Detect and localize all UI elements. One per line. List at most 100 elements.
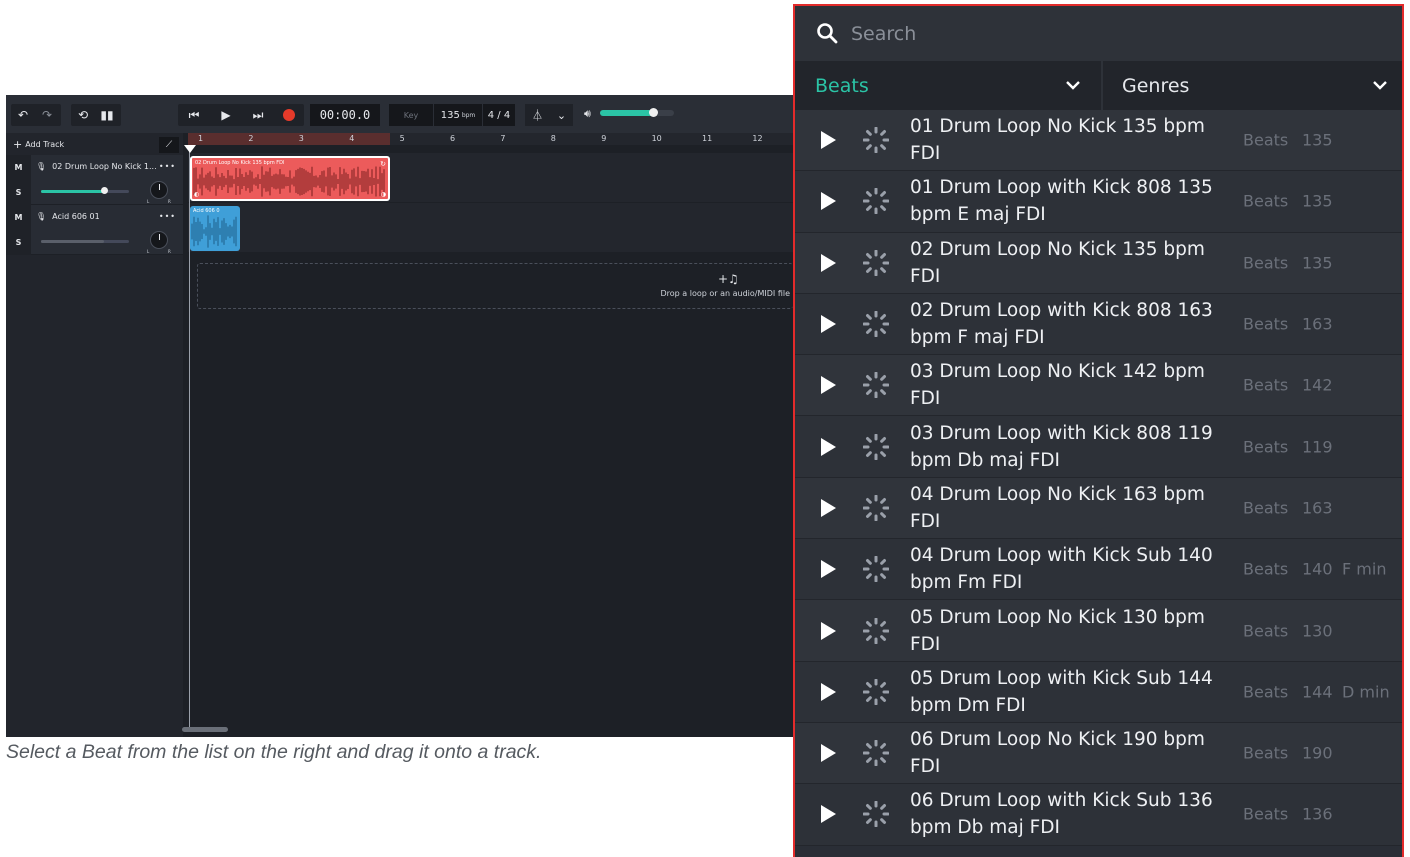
loop-list-item[interactable]: 04 Drum Loop with Kick Sub 140 bpm Fm FD… [795, 539, 1402, 601]
tempo-field[interactable]: 135 bpm [434, 104, 482, 126]
play-icon[interactable] [821, 437, 836, 456]
loop-bpm: 119 [1302, 437, 1333, 457]
search-input[interactable] [851, 19, 1351, 49]
loop-category: Beats [1243, 191, 1289, 211]
pan-knob[interactable] [150, 231, 168, 249]
arrangement-area[interactable]: 02 Drum Loop No Kick 135 bpm FDI ↻ ◐ ◑ A… [188, 153, 793, 737]
loop-region[interactable] [188, 133, 390, 145]
loading-spinner-icon [863, 617, 889, 644]
track-volume-slider[interactable] [41, 187, 129, 194]
undo-icon[interactable]: ↶ [11, 104, 35, 126]
play-icon[interactable] [821, 131, 836, 150]
add-music-icon: +♫ [718, 272, 739, 286]
tempo-unit: bpm [461, 111, 476, 119]
audio-clip[interactable]: Acid 606 0 [190, 206, 240, 251]
key-field[interactable]: Key [389, 104, 433, 126]
time-signature-field[interactable]: 4 / 4 [483, 104, 515, 126]
horizontal-scrollbar[interactable] [182, 727, 228, 732]
track-header: M S 🎙︎ Acid 606 01 ••• L R [6, 205, 183, 255]
mute-button[interactable]: M [6, 205, 31, 230]
master-volume-handle[interactable] [649, 108, 659, 117]
audio-clip[interactable]: 02 Drum Loop No Kick 135 bpm FDI ↻ ◐ ◑ [190, 156, 390, 201]
category-filter-dropdown[interactable]: Beats [795, 61, 1103, 110]
add-track-label: Add Track [25, 139, 65, 149]
play-icon[interactable] [821, 498, 836, 517]
transport-toolbar: ↶ ↷ ⟲ ▮▮ ⏮ ▶ ⏭ 00:00.0 Key 135 bpm 4 / 4… [6, 95, 793, 133]
loop-name: 05 Drum Loop with Kick Sub 144 bpm Dm FD… [910, 667, 1213, 716]
master-volume-slider[interactable] [600, 108, 674, 117]
track-name-row[interactable]: 🎙︎ Acid 606 01 ••• [36, 209, 176, 223]
play-icon[interactable] [821, 744, 836, 763]
skip-forward-icon[interactable]: ⏭ [242, 104, 274, 126]
loop-bpm: 135 [1302, 130, 1333, 150]
track-sidebar: + Add Track ⟋ M S 🎙︎ 02 Drum Loop No Kic… [6, 133, 183, 737]
loop-list-item[interactable]: 03 Drum Loop No Kick 142 bpm FDI Beats 1… [795, 355, 1402, 417]
loading-spinner-icon [863, 372, 889, 399]
redo-icon[interactable]: ↷ [35, 104, 59, 126]
play-icon[interactable] [821, 682, 836, 701]
solo-button[interactable]: S [6, 230, 31, 255]
add-track-button[interactable]: + Add Track [6, 133, 183, 155]
play-icon[interactable] [821, 192, 836, 211]
more-options-icon[interactable]: ••• [159, 212, 176, 221]
timeline-ruler[interactable]: 1 2 3 4 5 6 7 8 9 10 11 12 [188, 133, 793, 145]
split-icon[interactable]: ▮▮ [95, 104, 119, 126]
loading-spinner-icon [863, 311, 889, 338]
play-icon[interactable] [821, 621, 836, 640]
loading-spinner-icon [863, 249, 889, 276]
daw-window: ↶ ↷ ⟲ ▮▮ ⏮ ▶ ⏭ 00:00.0 Key 135 bpm 4 / 4… [6, 95, 793, 737]
pan-right-label: R [168, 199, 171, 204]
loop-list-item[interactable]: 06 Drum Loop with Kick Sub 136 bpm Db ma… [795, 784, 1402, 846]
track-volume-fill [41, 240, 105, 243]
loop-list-item[interactable]: 02 Drum Loop with Kick 808 163 bpm F maj… [795, 293, 1402, 356]
loop-browser-panel: Beats Genres 01 Drum Loop No Kick 135 bp… [793, 4, 1404, 857]
playhead-marker-icon[interactable] [184, 145, 196, 153]
genre-filter-dropdown[interactable]: Genres [1105, 61, 1402, 110]
loop-list-item[interactable]: 05 Drum Loop No Kick 130 bpm FDI Beats 1… [795, 600, 1402, 662]
track-volume-slider[interactable] [41, 240, 129, 243]
caption: Select a Beat from the list on the right… [6, 741, 542, 763]
track-volume-handle[interactable] [101, 187, 109, 194]
drop-zone-text: Drop a loop or an audio/MIDI file [660, 289, 790, 298]
metronome-icon[interactable]: ⏃ [532, 107, 543, 123]
loop-name: 06 Drum Loop No Kick 190 bpm FDI [910, 729, 1205, 778]
loop-list-item[interactable]: 05 Drum Loop with Kick Sub 144 bpm Dm FD… [795, 661, 1402, 723]
play-icon[interactable] [821, 560, 836, 579]
automation-toggle-icon[interactable]: ⟋ [159, 137, 179, 153]
loop-clip-icon[interactable]: ↻ [380, 160, 386, 168]
drop-zone[interactable]: +♫ Drop a loop or an audio/MIDI file [197, 263, 793, 309]
ruler-bar-number: 3 [298, 134, 304, 143]
loop-list-item[interactable]: 03 Drum Loop with Kick 808 119 bpm Db ma… [795, 416, 1402, 478]
play-icon[interactable] [821, 376, 836, 395]
play-icon[interactable]: ▶ [210, 104, 242, 126]
more-options-icon[interactable]: ••• [159, 162, 176, 171]
loop-list-item[interactable]: 06 Drum Loop No Kick 190 bpm FDI Beats 1… [795, 722, 1402, 785]
play-icon[interactable] [821, 253, 836, 272]
play-icon[interactable] [821, 805, 836, 824]
loop-bpm: 130 [1302, 621, 1333, 641]
fade-in-icon[interactable]: ◐ [194, 191, 199, 198]
time-display: 00:00.0 [310, 104, 380, 126]
loop-list-item[interactable]: 01 Drum Loop with Kick 808 135 bpm E maj… [795, 171, 1402, 233]
ruler-bar-number: 11 [702, 134, 713, 143]
loop-icon[interactable]: ⟲ [71, 104, 95, 126]
loading-spinner-icon [863, 433, 889, 460]
record-button[interactable] [274, 104, 304, 126]
pan-knob[interactable] [150, 181, 168, 199]
fade-out-icon[interactable]: ◑ [381, 191, 386, 198]
play-icon[interactable] [821, 315, 836, 334]
skip-back-icon[interactable]: ⏮ [178, 104, 210, 126]
loop-bpm: 135 [1302, 191, 1333, 211]
mute-button[interactable]: M [6, 155, 31, 180]
chevron-down-icon[interactable]: ⌄ [557, 109, 566, 122]
loop-name: 03 Drum Loop No Kick 142 bpm FDI [910, 361, 1205, 410]
track-name-row[interactable]: 🎙︎ 02 Drum Loop No Kick 1... ••• [36, 159, 176, 173]
solo-button[interactable]: S [6, 180, 31, 205]
loading-spinner-icon [863, 678, 889, 705]
undo-redo-group: ↶ ↷ [11, 104, 61, 126]
loop-list-item[interactable]: 04 Drum Loop No Kick 163 bpm FDI Beats 1… [795, 477, 1402, 540]
loop-list-item[interactable]: 02 Drum Loop No Kick 135 bpm FDI Beats 1… [795, 232, 1402, 294]
track-lane[interactable] [188, 203, 793, 253]
loop-list-item[interactable]: 01 Drum Loop No Kick 135 bpm FDI Beats 1… [795, 110, 1402, 172]
loop-category: Beats [1243, 130, 1289, 150]
